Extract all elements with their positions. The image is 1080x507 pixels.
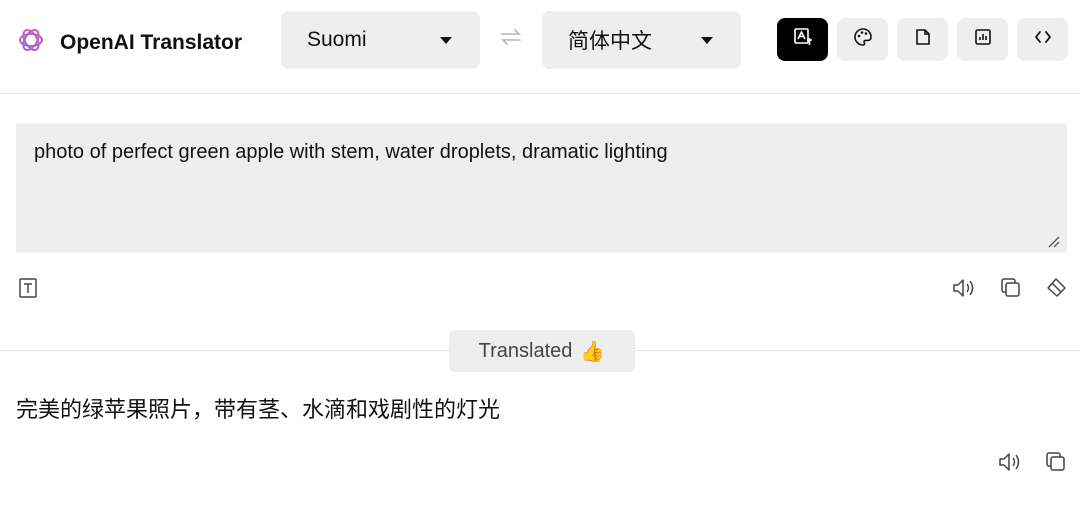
target-language-value: 简体中文 — [568, 29, 652, 53]
file-tool-button[interactable] — [897, 18, 948, 61]
palette-icon — [853, 27, 873, 52]
brand: OpenAI Translator — [16, 25, 242, 60]
theme-tool-button[interactable] — [837, 18, 888, 61]
code-icon — [1034, 28, 1052, 51]
translated-text: 完美的绿苹果照片，带有茎、水滴和戏剧性的灯光 — [16, 398, 501, 423]
openai-logo-icon — [16, 25, 46, 60]
header: OpenAI Translator Suomi 简体中文 — [0, 0, 1080, 94]
translate-tool-button[interactable] — [777, 18, 828, 61]
resize-handle-icon[interactable] — [1046, 234, 1060, 248]
app-title: OpenAI Translator — [60, 30, 243, 54]
speaker-icon[interactable] — [951, 275, 977, 301]
chevron-down-icon — [440, 36, 452, 44]
swap-languages-icon[interactable] — [499, 27, 523, 47]
translate-icon — [793, 27, 813, 52]
status-label: Translated — [478, 339, 573, 362]
chart-icon — [974, 28, 992, 51]
file-icon — [914, 28, 932, 51]
target-language-select[interactable]: 简体中文 — [542, 11, 741, 69]
text-format-icon[interactable] — [15, 275, 41, 301]
thumbs-up-icon: 👍 — [580, 340, 606, 363]
eraser-icon[interactable] — [1043, 275, 1069, 301]
source-language-select[interactable]: Suomi — [281, 11, 480, 69]
chevron-down-icon — [701, 36, 713, 44]
speaker-icon[interactable] — [997, 449, 1023, 475]
source-language-value: Suomi — [307, 28, 367, 51]
status-badge: Translated 👍 — [449, 330, 635, 372]
copy-icon[interactable] — [1043, 449, 1069, 475]
stats-tool-button[interactable] — [957, 18, 1008, 61]
code-tool-button[interactable] — [1017, 18, 1068, 61]
copy-icon[interactable] — [998, 275, 1024, 301]
source-text-input[interactable] — [16, 123, 1067, 253]
